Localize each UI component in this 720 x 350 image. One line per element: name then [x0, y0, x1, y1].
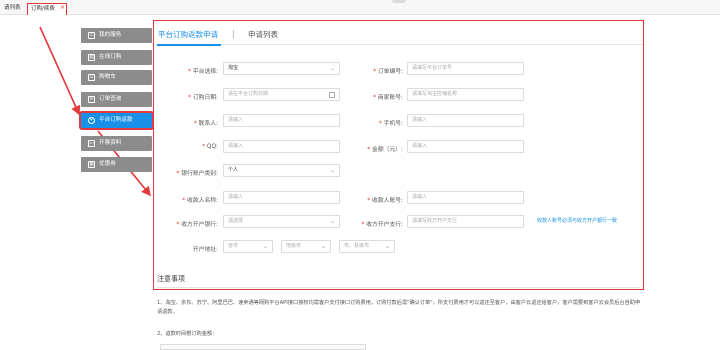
sidebar-item-order-query[interactable]: ≡ 订单查询 — [81, 92, 152, 107]
sidebar-item-label: 我的服务 — [99, 32, 122, 38]
payee-name-input[interactable]: 请输入 — [223, 191, 340, 204]
tab-refund-application[interactable]: 平台订购返款申请 — [158, 29, 218, 40]
amount-label: * 金额（元）: — [367, 147, 403, 153]
notice-item-1: 1、淘宝、京东、苏宁、阿里巴巴、速卖通等网购平台API接口授权均需客户支付接口订… — [157, 300, 641, 315]
branch-label: * 收方开户支行: — [361, 222, 404, 228]
sidebar-item-cart[interactable]: ⊔ 购物车 — [81, 70, 152, 85]
qq-input[interactable]: 请输入 — [223, 140, 340, 153]
contact-label: * 联系人: — [193, 121, 218, 127]
payee-account-input[interactable]: 请输入 — [407, 191, 524, 204]
chevron-down-icon: ⌄ — [384, 243, 390, 250]
close-icon[interactable]: × — [60, 2, 65, 13]
sidebar-item-label: 开票资料 — [99, 140, 122, 146]
sidebar-item-online-order[interactable]: ▤ 在线订购 — [81, 50, 152, 65]
branch-hint: 收款人账号必须与收方开户银行一致 — [537, 218, 618, 224]
account-type-select[interactable]: 个人 ⌄ — [223, 164, 340, 177]
cart-icon: ⊔ — [88, 74, 95, 81]
calendar-icon — [329, 92, 335, 98]
sidebar-item-my-services[interactable]: ♙ 我的服务 — [81, 28, 152, 43]
sidebar-item-label: 购物车 — [99, 74, 116, 80]
divider — [157, 287, 641, 288]
sidebar-item-label: 优惠券 — [99, 161, 116, 167]
tab-application-list[interactable]: 申请列表 — [248, 29, 278, 40]
tab-request-list[interactable]: 请列表 — [0, 3, 25, 15]
platform-select[interactable]: 淘宝 ⌄ — [223, 62, 340, 75]
coupon-icon: ▦ — [88, 161, 95, 168]
chevron-down-icon: ⌄ — [329, 218, 335, 225]
refund-time-table — [160, 344, 366, 350]
amount-input[interactable]: 请输入 — [407, 140, 524, 153]
notice-item-2: 2、返款时间根订购金额： — [157, 331, 218, 337]
list-icon: ≡ — [88, 96, 95, 103]
tab-order-renew[interactable]: 订购/续费 × — [27, 3, 67, 15]
order-no-input[interactable]: 请填写平台订单号 — [407, 62, 524, 75]
platform-label: * 平台选择: — [188, 69, 218, 75]
mobile-label: * 手机号: — [378, 121, 403, 127]
payee-name-label: * 收款人名称: — [182, 198, 218, 204]
tab-label: 订购/续费 — [31, 6, 55, 12]
city-select[interactable]: 地级市 ⌄ — [281, 240, 331, 253]
payee-account-label: * 收款人账号: — [367, 198, 403, 204]
merchant-account-input[interactable]: 请填写淘宝店铺名称 — [407, 88, 524, 101]
branch-input[interactable]: 请填写收方开户支行 — [407, 215, 524, 228]
sidebar-item-coupons[interactable]: ▦ 优惠券 — [81, 157, 152, 172]
qq-label: * QQ: — [202, 144, 218, 150]
notice-title: 注意事项 — [157, 275, 185, 283]
drag-handle[interactable] — [392, 0, 406, 3]
user-icon: ♙ — [88, 32, 95, 39]
chevron-down-icon: ⌄ — [329, 167, 335, 174]
chevron-down-icon: ⌄ — [329, 65, 335, 72]
bank-label: * 收方开户银行: — [176, 222, 219, 228]
top-tab-bar: 请列表 订购/续费 × — [0, 0, 720, 15]
order-date-label: * 订购日期: — [188, 95, 218, 101]
chevron-down-icon: ⌄ — [320, 243, 326, 250]
arrow-tab-to-sidebar — [39, 26, 81, 116]
sidebar-item-label: 订单查询 — [99, 96, 122, 102]
refund-icon: ¥ — [88, 117, 95, 124]
merchant-account-label: * 商家账号: — [373, 95, 403, 101]
sidebar-item-label: 平台订购返款 — [99, 117, 133, 123]
chevron-down-icon: ⌄ — [262, 243, 268, 250]
order-date-input[interactable]: 请在平台订购日期 — [223, 88, 340, 101]
district-select[interactable]: 市、县级市 ⌄ — [339, 240, 395, 253]
invoice-icon: ▭ — [88, 140, 95, 147]
panel-tabs: 平台订购返款申请 | 申请列表 — [154, 21, 643, 46]
account-type-label: * 银行账户类别: — [176, 171, 219, 177]
address-label: 开户地址: — [192, 247, 218, 253]
province-select[interactable]: 省市 ⌄ — [223, 240, 273, 253]
active-tab-underline — [157, 44, 221, 46]
tab-separator: | — [232, 29, 235, 38]
sidebar-item-platform-refund[interactable]: ¥ 平台订购返款 — [79, 111, 154, 130]
order-no-label: * 订单编号: — [373, 69, 403, 75]
bank-select[interactable]: 请选择 ⌄ — [223, 215, 340, 228]
mobile-input[interactable]: 请输入 — [407, 114, 524, 127]
sidebar-item-label: 在线订购 — [99, 54, 122, 60]
contact-input[interactable]: 请输入 — [223, 114, 340, 127]
order-icon: ▤ — [88, 54, 95, 61]
sidebar-item-invoice[interactable]: ▭ 开票资料 — [81, 136, 152, 151]
